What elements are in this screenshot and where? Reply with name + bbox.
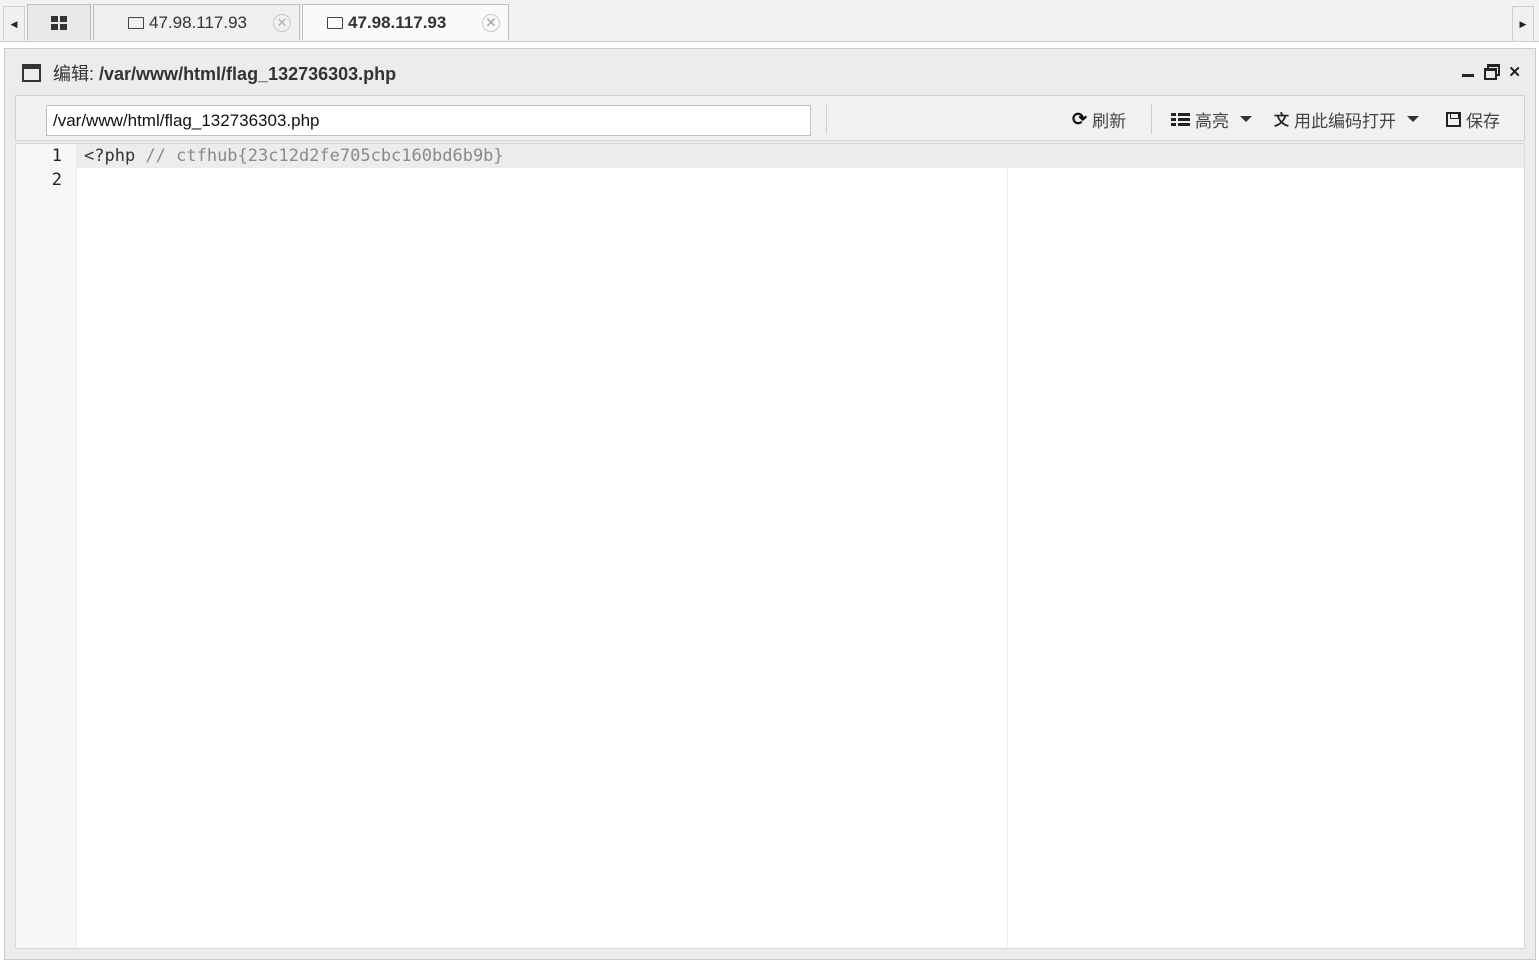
refresh-icon: ⟳ — [1072, 108, 1088, 129]
line-number: 1 — [51, 146, 62, 166]
code-editor[interactable]: 1 <?php // ctfhub{23c12d2fe705cbc160bd6b… — [15, 143, 1525, 949]
tab-close-icon[interactable]: ✕ — [273, 13, 291, 32]
tab-scroll-left-button[interactable]: ◀ — [3, 6, 25, 42]
tab-bar: ◀ 47.98.117.93 ✕ 47.98.117.93 ✕ ▶ — [0, 0, 1539, 42]
window-title: 编辑: /var/www/html/flag_132736303.php — [53, 60, 396, 86]
tab-session-2[interactable]: 47.98.117.93 ✕ — [302, 4, 509, 40]
save-icon — [1446, 111, 1461, 127]
refresh-button[interactable]: ⟳ 刷新 — [1072, 106, 1126, 132]
tab-label: 47.98.117.93 — [149, 12, 247, 32]
tab-close-icon[interactable]: ✕ — [482, 13, 500, 32]
code-line[interactable]: <?php // ctfhub{23c12d2fe705cbc160bd6b9b… — [84, 146, 504, 166]
caret-left-icon: ◀ — [10, 18, 18, 29]
save-button[interactable]: 保存 — [1446, 106, 1500, 132]
grid-icon — [51, 15, 67, 30]
file-path-input[interactable] — [46, 105, 811, 136]
translate-icon: 文 — [1274, 111, 1290, 129]
code-token-tag: <?php — [84, 146, 136, 166]
minimize-icon[interactable] — [1462, 63, 1475, 77]
print-margin — [1007, 168, 1008, 948]
restore-icon[interactable] — [1484, 63, 1501, 80]
tab-session-1-label-wrap: 47.98.117.93 — [128, 13, 247, 33]
toolbar-divider — [1151, 104, 1152, 134]
tab-strip: 47.98.117.93 ✕ 47.98.117.93 ✕ — [27, 4, 511, 42]
window-title-path: /var/www/html/flag_132736303.php — [99, 64, 397, 84]
window-icon — [22, 64, 41, 82]
window-title-prefix: 编辑: — [53, 64, 95, 84]
tab-scroll-right-button[interactable]: ▶ — [1512, 6, 1534, 42]
code-token-comment: // ctfhub{23c12d2fe705cbc160bd6b9b} — [135, 146, 504, 166]
editor-toolbar: ⟳ 刷新 高亮 文 用此编码打开 保存 — [15, 95, 1525, 141]
editor-window: 编辑: /var/www/html/flag_132736303.php ✕ ⟳… — [4, 48, 1536, 960]
caret-right-icon: ▶ — [1519, 18, 1527, 29]
tab-label: 47.98.117.93 — [348, 12, 447, 32]
toolbar-divider — [826, 104, 827, 134]
close-icon[interactable]: ✕ — [1508, 63, 1521, 81]
highlight-label: 高亮 — [1195, 111, 1229, 131]
save-label: 保存 — [1466, 111, 1500, 131]
tab-home[interactable] — [27, 4, 91, 40]
encoding-label: 用此编码打开 — [1294, 111, 1397, 131]
tab-session-2-label-wrap: 47.98.117.93 — [327, 13, 446, 33]
highlight-dropdown[interactable]: 高亮 — [1171, 106, 1252, 132]
list-icon — [1171, 112, 1190, 126]
line-number: 2 — [51, 170, 62, 190]
encoding-dropdown[interactable]: 文 用此编码打开 — [1274, 106, 1420, 132]
line-gutter — [16, 144, 77, 948]
caret-down-icon — [1240, 116, 1252, 122]
tab-session-1[interactable]: 47.98.117.93 ✕ — [93, 4, 300, 40]
folder-icon — [128, 16, 144, 29]
window-controls: ✕ — [1462, 63, 1521, 81]
caret-down-icon — [1407, 116, 1420, 122]
folder-icon — [327, 16, 343, 29]
refresh-label: 刷新 — [1092, 111, 1127, 131]
window-titlebar[interactable]: 编辑: /var/www/html/flag_132736303.php ✕ — [5, 49, 1535, 93]
